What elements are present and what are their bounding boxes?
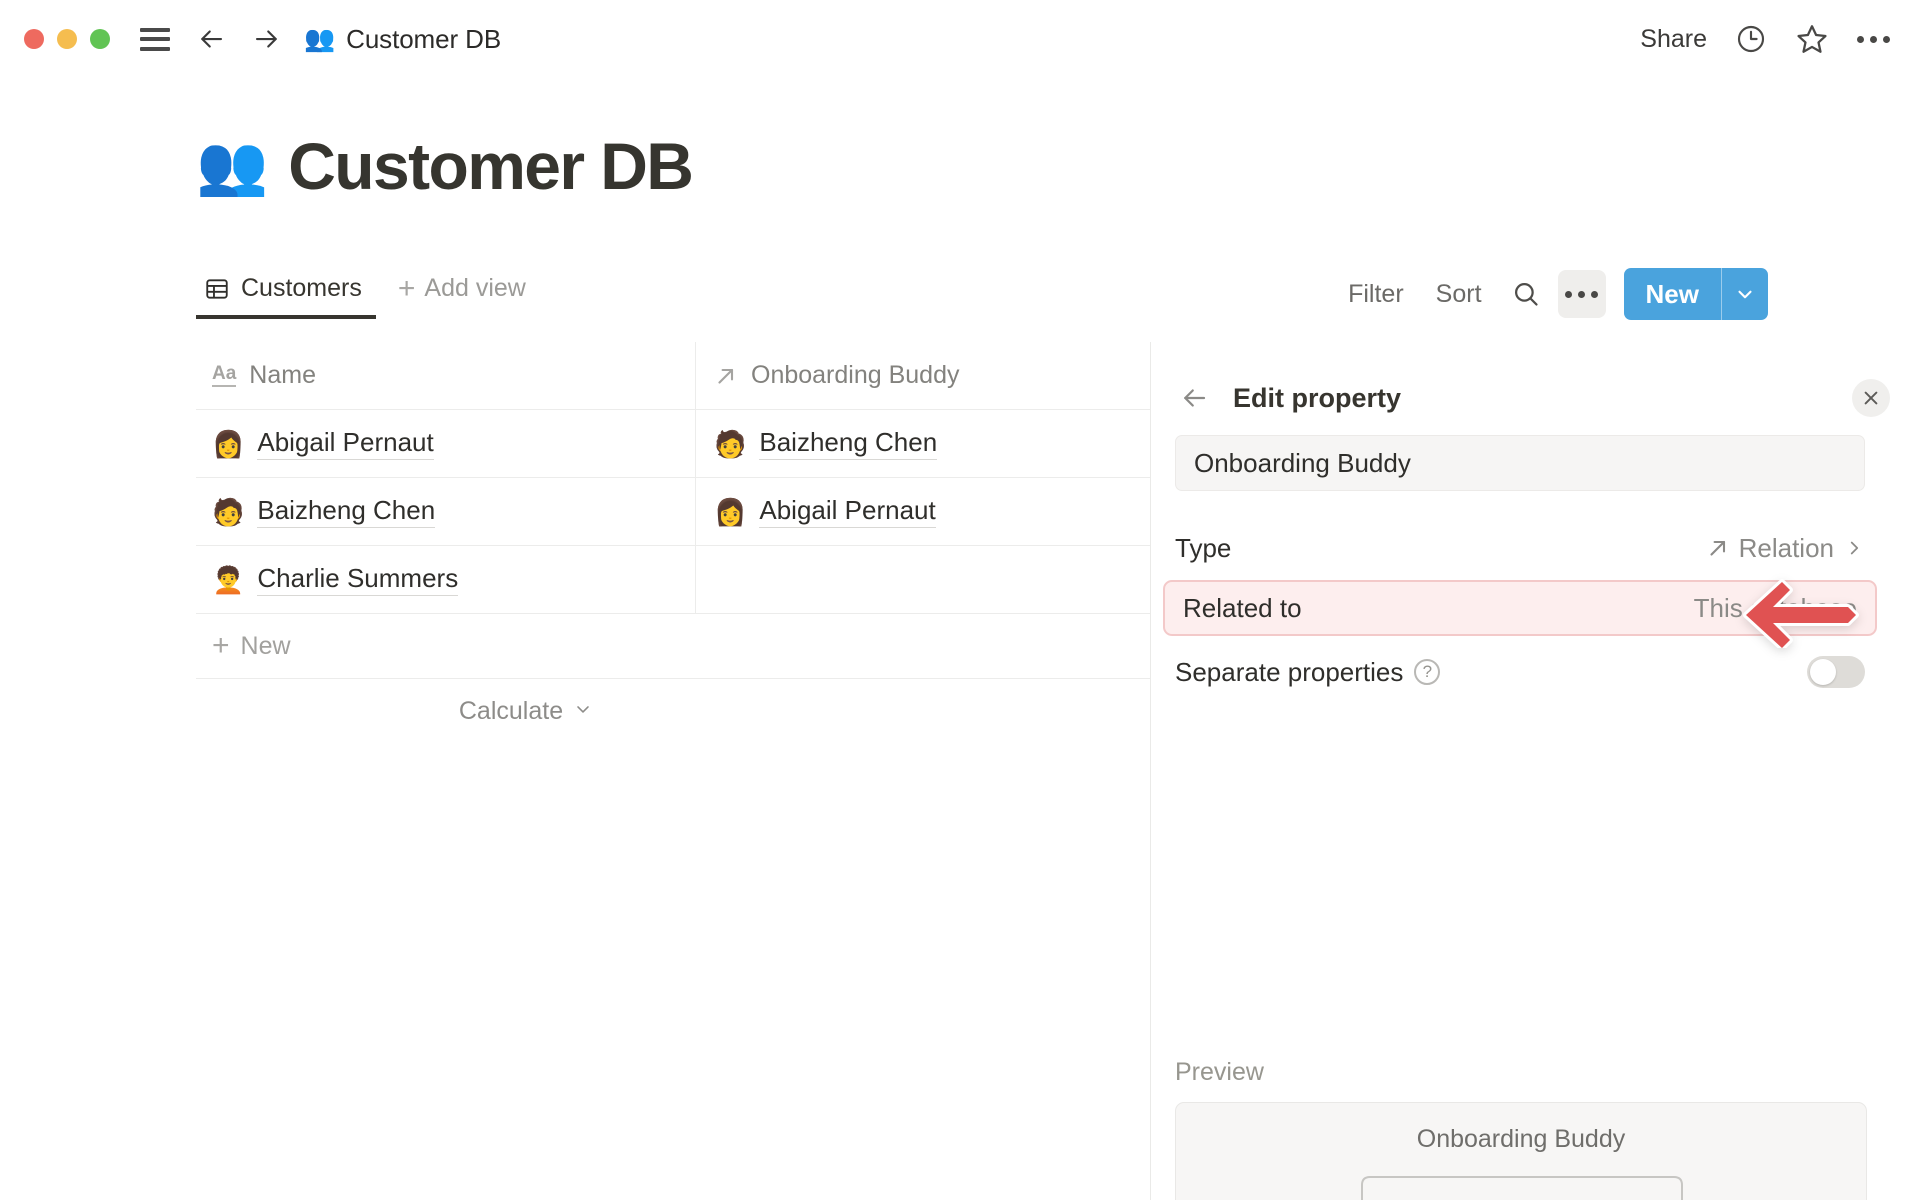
question-mark-icon[interactable]: ? [1414, 659, 1441, 685]
hamburger-icon[interactable] [140, 27, 170, 51]
cell-name-text[interactable]: Abigail Pernaut [257, 427, 434, 460]
relation-arrow-icon [1706, 536, 1730, 560]
cell-name-text[interactable]: Baizheng Chen [257, 495, 436, 528]
relation-preview: Onboarding Buddy 👥 Customer DB 👥 Custome… [1175, 1102, 1867, 1200]
add-new-row-label: New [240, 631, 291, 660]
add-view-button[interactable]: + Add view [388, 272, 536, 319]
preview-title: Onboarding Buddy [1416, 1125, 1626, 1153]
avatar: 🧑 [212, 496, 245, 527]
arrow-right-icon[interactable] [252, 24, 282, 54]
property-type-row[interactable]: Type Relation [1175, 522, 1865, 574]
column-header-buddy-label: Onboarding Buddy [751, 361, 960, 389]
page-title-text[interactable]: Customer DB [288, 128, 694, 204]
cell-buddy-text[interactable]: Abigail Pernaut [759, 495, 936, 528]
new-button-chevron-down-icon[interactable] [1722, 268, 1768, 320]
close-window-button[interactable] [24, 29, 44, 49]
breadcrumb-emoji: 👥 [304, 24, 336, 53]
breadcrumb-title: Customer DB [346, 23, 502, 54]
calculate-label: Calculate [458, 696, 564, 725]
cell-name-text[interactable]: Charlie Summers [257, 563, 459, 596]
add-view-label: Add view [424, 274, 526, 302]
page-title: 👥 Customer DB [196, 128, 694, 204]
separate-properties-toggle[interactable] [1807, 656, 1865, 688]
avatar: 👩 [714, 496, 747, 527]
property-type-value-group: Relation [1706, 533, 1865, 564]
close-icon[interactable] [1852, 379, 1890, 417]
titlebar-actions: Share [1640, 0, 1890, 78]
cell-name[interactable]: 👩 Abigail Pernaut [196, 410, 696, 477]
plus-icon: + [212, 629, 230, 662]
tab-customers-label: Customers [241, 274, 362, 302]
toggle-knob [1810, 659, 1836, 685]
arrow-left-icon[interactable] [196, 24, 226, 54]
relation-arrow-icon [714, 364, 738, 388]
search-icon[interactable] [1502, 270, 1550, 318]
sort-button[interactable]: Sort [1420, 280, 1498, 309]
property-type-value: Relation [1738, 532, 1834, 563]
chevron-right-icon [1843, 537, 1865, 559]
avatar: 🧑 [714, 428, 747, 459]
traffic-lights [24, 29, 110, 49]
clock-icon[interactable] [1735, 23, 1767, 55]
ellipsis-icon[interactable] [1857, 35, 1890, 43]
tab-active-underline [196, 315, 376, 319]
filter-button[interactable]: Filter [1332, 280, 1420, 309]
maximize-window-button[interactable] [90, 29, 110, 49]
chevron-down-icon [573, 697, 593, 726]
breadcrumb[interactable]: 👥 Customer DB [304, 24, 501, 55]
related-to-label: Related to [1183, 592, 1302, 623]
panel-header: Edit property [1151, 374, 1920, 422]
app-window: 👥 Customer DB Share 👥 Customer DB Custom [0, 0, 1920, 1200]
view-tabs: Customers + Add view [196, 272, 536, 319]
calculate-button[interactable]: Calculate [196, 679, 856, 743]
cell-name[interactable]: 🧑 Baizheng Chen [196, 478, 696, 545]
table-icon [204, 276, 230, 302]
separate-properties-label-group: Separate properties ? [1175, 656, 1441, 688]
tab-customers[interactable]: Customers [196, 272, 376, 319]
plus-icon: + [397, 271, 416, 305]
arrow-left-callout-icon [1743, 579, 1859, 648]
view-toolbar: Filter Sort New [1332, 268, 1768, 320]
separate-properties-label: Separate properties [1175, 656, 1404, 687]
preview-label: Preview [1175, 1058, 1264, 1086]
star-icon[interactable] [1795, 22, 1829, 56]
new-button[interactable]: New [1624, 268, 1721, 320]
property-name-input[interactable] [1175, 435, 1865, 491]
minimize-window-button[interactable] [57, 29, 77, 49]
preview-connector-diagram [1361, 1176, 1683, 1200]
panel-title: Edit property [1233, 382, 1402, 413]
edit-property-panel: Edit property Type Relation Related to T… [1150, 342, 1920, 1200]
column-header-name[interactable]: Aa Name [196, 342, 696, 409]
view-options-ellipsis-icon[interactable] [1557, 270, 1606, 318]
cell-name[interactable]: 🧑‍🦱 Charlie Summers [196, 546, 696, 613]
cell-buddy-text[interactable]: Baizheng Chen [759, 427, 938, 460]
title-text-icon: Aa [212, 363, 237, 387]
column-header-name-label: Name [249, 361, 316, 389]
avatar: 👩 [212, 428, 245, 459]
share-button[interactable]: Share [1640, 25, 1707, 54]
window-titlebar: 👥 Customer DB Share [0, 0, 1920, 78]
separate-properties-row[interactable]: Separate properties ? [1175, 646, 1865, 698]
panel-back-arrow-left-icon[interactable] [1179, 383, 1209, 413]
page-emoji[interactable]: 👥 [196, 137, 268, 195]
avatar: 🧑‍🦱 [212, 564, 245, 595]
new-button-group: New [1623, 268, 1768, 320]
property-type-label: Type [1175, 532, 1232, 563]
